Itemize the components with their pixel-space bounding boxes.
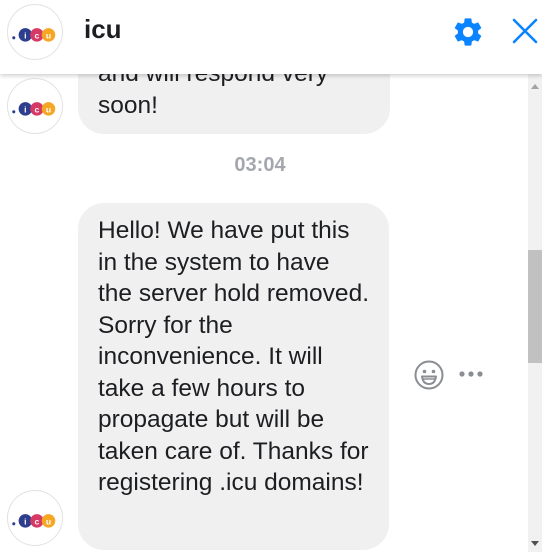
scroll-up-arrow-icon[interactable] (530, 82, 540, 90)
message-list[interactable]: and will respond very soon! i c u 03:04 … (0, 74, 528, 552)
logo-letter-i: i (24, 104, 26, 114)
message-bubble[interactable]: Hello! We have put this in the system to… (78, 203, 389, 550)
message-bubble[interactable]: and will respond very soon! (78, 74, 390, 134)
smiley-icon[interactable] (413, 359, 445, 391)
icu-logo-icon: i c u (12, 514, 56, 528)
scroll-down-arrow-icon[interactable] (530, 540, 540, 548)
avatar: i c u (7, 78, 63, 134)
logo-letter-c: c (35, 516, 40, 526)
avatar: i c u (7, 4, 63, 60)
chat-title: icu (84, 14, 122, 44)
logo-letter-c: c (35, 104, 40, 114)
logo-letter-u: u (46, 104, 51, 114)
logo-letter-c: c (35, 30, 40, 40)
gear-icon[interactable] (451, 15, 485, 49)
more-dots-icon[interactable] (456, 364, 488, 384)
logo-letter-u: u (46, 30, 51, 40)
chat-header: i c u icu (0, 0, 542, 74)
logo-letter-u: u (46, 516, 51, 526)
close-icon[interactable] (508, 14, 542, 48)
icu-logo-icon: i c u (12, 28, 56, 42)
logo-letter-i: i (24, 30, 26, 40)
scrollbar-thumb[interactable] (528, 250, 542, 363)
icu-logo-icon: i c u (12, 102, 56, 116)
avatar: i c u (7, 490, 63, 546)
message-timestamp: 03:04 (234, 154, 286, 176)
logo-letter-i: i (24, 516, 26, 526)
